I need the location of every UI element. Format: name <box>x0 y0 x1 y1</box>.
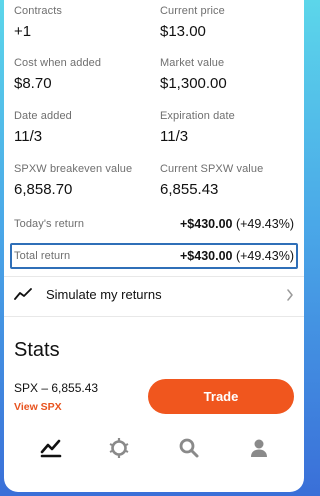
detail-label: Expiration date <box>160 110 235 122</box>
todays-return-percent: (+49.43%) <box>235 217 294 231</box>
underlying-price: SPX – 6,855.43 <box>14 381 99 395</box>
detail-label: Current SPXW value <box>160 163 264 175</box>
stats-title: Stats <box>14 339 60 361</box>
detail-value: +1 <box>14 23 32 40</box>
detail-market-value: Market value $1,300.00 <box>160 57 300 92</box>
chart-icon[interactable] <box>39 436 63 460</box>
detail-cost-when-added: Cost when added $8.70 <box>14 57 154 92</box>
detail-label: Market value <box>160 57 225 69</box>
view-spx-link[interactable]: View SPX <box>14 401 62 413</box>
detail-label: Current price <box>160 5 225 17</box>
detail-expiration-date: Expiration date 11/3 <box>160 110 300 145</box>
total-return-value: +$430.00 (+49.43%) <box>180 249 294 263</box>
account-icon[interactable] <box>247 436 271 460</box>
detail-breakeven-value: SPXW breakeven value 6,858.70 <box>14 163 154 198</box>
position-detail-screen: Contracts +1 Current price $13.00 Cost w… <box>4 0 304 492</box>
total-return-amount: +$430.00 <box>180 249 233 263</box>
simulate-returns-row[interactable]: Simulate my returns <box>14 274 294 314</box>
detail-value: 6,858.70 <box>14 181 73 198</box>
detail-date-added: Date added 11/3 <box>14 110 154 145</box>
todays-return-row: Today's return +$430.00 (+49.43%) <box>14 212 294 236</box>
detail-value: 11/3 <box>160 128 189 145</box>
todays-return-value: +$430.00 (+49.43%) <box>180 217 294 231</box>
total-return-label: Total return <box>14 250 71 262</box>
trend-line-icon <box>14 287 32 301</box>
detail-contracts: Contracts +1 <box>14 5 154 40</box>
divider <box>4 316 304 317</box>
detail-value: 11/3 <box>14 128 43 145</box>
trade-button[interactable]: Trade <box>148 379 294 414</box>
detail-value: $1,300.00 <box>160 75 227 92</box>
detail-value: $13.00 <box>160 23 206 40</box>
detail-label: Date added <box>14 110 72 122</box>
detail-current-price: Current price $13.00 <box>160 5 300 40</box>
chevron-right-icon <box>286 288 294 301</box>
detail-current-spxw-value: Current SPXW value 6,855.43 <box>160 163 300 198</box>
detail-value: 6,855.43 <box>160 181 219 198</box>
detail-label: Cost when added <box>14 57 102 69</box>
crypto-icon[interactable] <box>107 436 131 460</box>
total-return-row: Total return +$430.00 (+49.43%) <box>14 244 294 268</box>
detail-value: $8.70 <box>14 75 52 92</box>
detail-label: SPXW breakeven value <box>14 163 133 175</box>
total-return-percent: (+49.43%) <box>235 249 294 263</box>
todays-return-amount: +$430.00 <box>180 217 233 231</box>
bottom-navigation <box>4 432 304 468</box>
todays-return-label: Today's return <box>14 218 85 230</box>
search-icon[interactable] <box>177 436 201 460</box>
simulate-returns-label: Simulate my returns <box>46 286 162 302</box>
detail-label: Contracts <box>14 5 62 17</box>
